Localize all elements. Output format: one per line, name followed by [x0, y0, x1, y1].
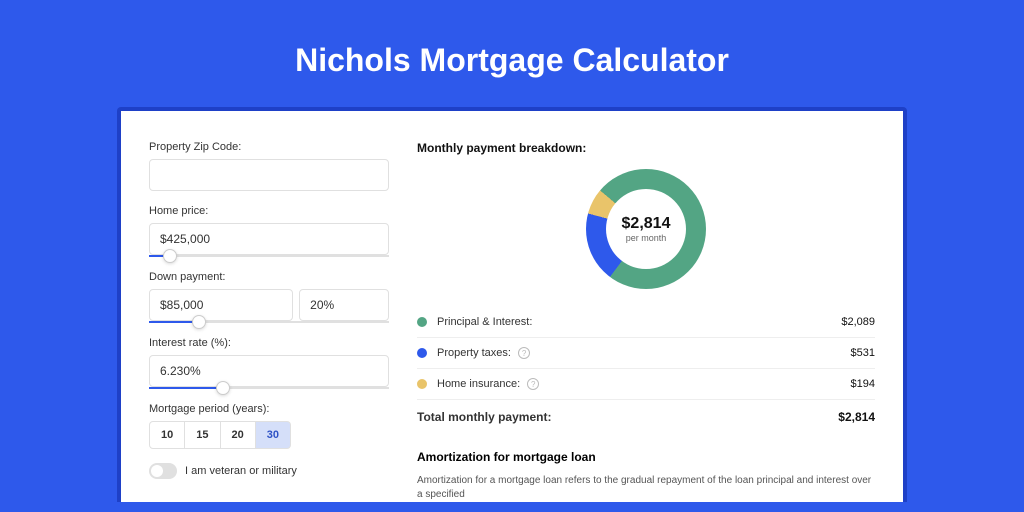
price-input[interactable] — [149, 223, 389, 255]
down-label: Down payment: — [149, 271, 389, 283]
down-amount-input[interactable] — [149, 289, 293, 321]
rate-input[interactable] — [149, 355, 389, 387]
dot-icon — [417, 348, 427, 358]
card-shadow: Property Zip Code: Home price: Down paym… — [117, 107, 907, 502]
ins-label: Home insurance: ? — [437, 378, 851, 390]
down-slider[interactable] — [149, 321, 389, 323]
dot-icon — [417, 379, 427, 389]
total-label: Total monthly payment: — [417, 410, 838, 424]
period-30-button[interactable]: 30 — [256, 421, 291, 449]
line-property-tax: Property taxes: ? $531 — [417, 338, 875, 369]
donut-sublabel: per month — [626, 233, 667, 243]
period-label: Mortgage period (years): — [149, 403, 389, 415]
help-icon[interactable]: ? — [518, 347, 530, 359]
calculator-card: Property Zip Code: Home price: Down paym… — [121, 111, 903, 502]
rate-slider-knob[interactable] — [216, 381, 230, 395]
pi-value: $2,089 — [841, 316, 875, 328]
period-20-button[interactable]: 20 — [221, 421, 256, 449]
tax-label: Property taxes: ? — [437, 347, 851, 359]
price-slider-knob[interactable] — [163, 249, 177, 263]
breakdown-column: Monthly payment breakdown: $2,814 per mo… — [417, 141, 875, 502]
tax-value: $531 — [851, 347, 875, 359]
period-10-button[interactable]: 10 — [149, 421, 185, 449]
veteran-toggle[interactable] — [149, 463, 177, 479]
line-home-insurance: Home insurance: ? $194 — [417, 369, 875, 400]
amortization-text: Amortization for a mortgage loan refers … — [417, 474, 875, 502]
donut-value: $2,814 — [622, 215, 671, 233]
breakdown-heading: Monthly payment breakdown: — [417, 141, 875, 155]
down-pct-input[interactable] — [299, 289, 389, 321]
rate-slider[interactable] — [149, 387, 389, 389]
form-column: Property Zip Code: Home price: Down paym… — [149, 141, 389, 502]
line-principal-interest: Principal & Interest: $2,089 — [417, 307, 875, 338]
pi-label: Principal & Interest: — [437, 316, 841, 328]
help-icon[interactable]: ? — [527, 378, 539, 390]
period-15-button[interactable]: 15 — [185, 421, 220, 449]
price-slider[interactable] — [149, 255, 389, 257]
total-value: $2,814 — [838, 410, 875, 424]
zip-input[interactable] — [149, 159, 389, 191]
total-row: Total monthly payment: $2,814 — [417, 400, 875, 434]
amortization-heading: Amortization for mortgage loan — [417, 450, 875, 464]
down-slider-knob[interactable] — [192, 315, 206, 329]
dot-icon — [417, 317, 427, 327]
zip-label: Property Zip Code: — [149, 141, 389, 153]
rate-label: Interest rate (%): — [149, 337, 389, 349]
ins-value: $194 — [851, 378, 875, 390]
price-label: Home price: — [149, 205, 389, 217]
donut-chart: $2,814 per month — [417, 169, 875, 289]
page-title: Nichols Mortgage Calculator — [0, 0, 1024, 107]
veteran-label: I am veteran or military — [185, 465, 297, 477]
veteran-toggle-knob — [151, 465, 163, 477]
